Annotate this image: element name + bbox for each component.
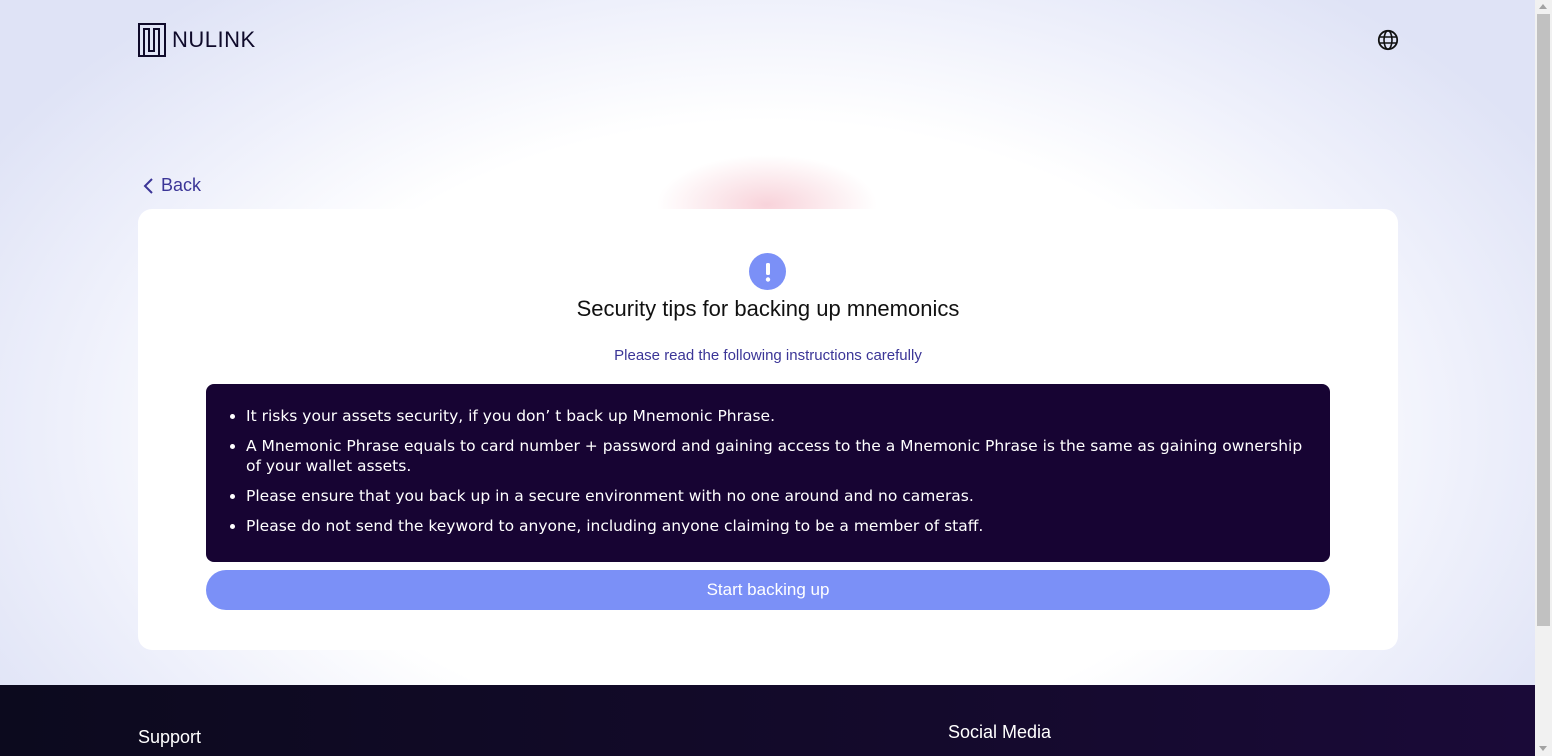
tip-item: It risks your assets security, if you do… [246, 406, 1308, 426]
vertical-scrollbar[interactable] [1535, 0, 1552, 756]
exclamation-icon [749, 253, 786, 290]
footer-support-title: Support [138, 727, 202, 747]
card-title: Security tips for backing up mnemonics [576, 296, 960, 321]
scroll-up-arrow-icon[interactable] [1539, 4, 1547, 9]
card-subtitle: Please read the following instructions c… [614, 347, 922, 364]
tips-box: It risks your assets security, if you do… [206, 384, 1330, 562]
nulink-logo-icon [138, 23, 166, 57]
tips-list: It risks your assets security, if you do… [228, 406, 1308, 536]
tip-item: A Mnemonic Phrase equals to card number … [246, 436, 1308, 476]
globe-icon[interactable] [1377, 29, 1399, 51]
scroll-down-arrow-icon[interactable] [1539, 746, 1547, 751]
chevron-left-icon [143, 177, 153, 194]
logo-text: NULINK [172, 27, 256, 52]
footer-social-title: Social Media [948, 722, 1052, 742]
logo[interactable]: NULINK [138, 23, 256, 57]
start-backing-up-button[interactable]: Start backing up [206, 570, 1330, 610]
footer: Support Social Media [0, 685, 1535, 756]
back-link[interactable]: Back [143, 175, 201, 196]
security-tips-card: Security tips for backing up mnemonics P… [138, 209, 1398, 650]
back-label: Back [161, 175, 202, 195]
page: NULINK Back Security tips for backing up… [0, 0, 1552, 756]
tip-item: Please ensure that you back up in a secu… [246, 486, 1308, 506]
tip-item: Please do not send the keyword to anyone… [246, 516, 1308, 536]
main-area: NULINK Back Security tips for backing up… [0, 0, 1535, 685]
scroll-thumb[interactable] [1537, 14, 1550, 626]
header: NULINK [0, 0, 1535, 80]
